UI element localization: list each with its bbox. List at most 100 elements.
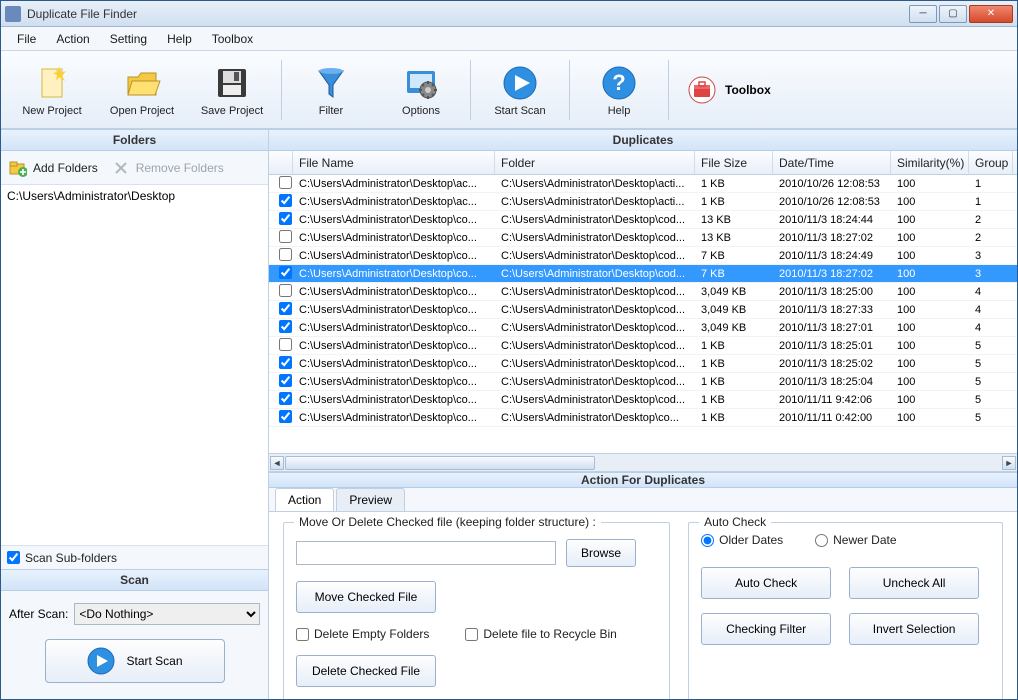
- toolbar-help[interactable]: ?Help: [574, 55, 664, 125]
- cell-group: 2: [969, 214, 1013, 226]
- menu-help[interactable]: Help: [157, 29, 202, 49]
- invert-selection-button[interactable]: Invert Selection: [849, 613, 979, 645]
- newer-date-radio[interactable]: Newer Date: [815, 533, 896, 547]
- table-row[interactable]: C:\Users\Administrator\Desktop\co...C:\U…: [269, 391, 1017, 409]
- target-folder-input[interactable]: [296, 541, 556, 565]
- column-header[interactable]: File Name: [293, 151, 495, 174]
- cell-group: 3: [969, 268, 1013, 280]
- table-row[interactable]: C:\Users\Administrator\Desktop\co...C:\U…: [269, 283, 1017, 301]
- toolbar-toolbox[interactable]: Toolbox: [673, 75, 785, 105]
- row-checkbox[interactable]: [279, 356, 292, 369]
- toolbar-label: Filter: [319, 105, 343, 117]
- duplicates-header: Duplicates: [269, 129, 1017, 151]
- table-row[interactable]: C:\Users\Administrator\Desktop\co...C:\U…: [269, 301, 1017, 319]
- table-row[interactable]: C:\Users\Administrator\Desktop\co...C:\U…: [269, 355, 1017, 373]
- scan-body: After Scan: <Do Nothing> Start Scan: [1, 591, 268, 699]
- toolbar-separator: [668, 60, 669, 120]
- maximize-button[interactable]: ▢: [939, 5, 967, 23]
- cell-folder: C:\Users\Administrator\Desktop\cod...: [495, 250, 695, 262]
- row-checkbox[interactable]: [279, 194, 292, 207]
- toolbar-label: Options: [402, 105, 440, 117]
- minimize-button[interactable]: ─: [909, 5, 937, 23]
- menu-action[interactable]: Action: [46, 29, 99, 49]
- toolbar-options[interactable]: Options: [376, 55, 466, 125]
- menu-toolbox[interactable]: Toolbox: [202, 29, 263, 49]
- move-checked-button[interactable]: Move Checked File: [296, 581, 436, 613]
- delete-recycle-checkbox[interactable]: Delete file to Recycle Bin: [465, 627, 616, 641]
- checking-filter-button[interactable]: Checking Filter: [701, 613, 831, 645]
- column-header[interactable]: Similarity(%): [891, 151, 969, 174]
- table-row[interactable]: C:\Users\Administrator\Desktop\ac...C:\U…: [269, 193, 1017, 211]
- cell-datetime: 2010/11/3 18:24:49: [773, 250, 891, 262]
- older-dates-radio[interactable]: Older Dates: [701, 533, 783, 547]
- horizontal-scrollbar[interactable]: ◄ ►: [269, 453, 1017, 471]
- cell-folder: C:\Users\Administrator\Desktop\co...: [495, 412, 695, 424]
- start-scan-button[interactable]: Start Scan: [45, 639, 225, 683]
- menu-file[interactable]: File: [7, 29, 46, 49]
- cell-datetime: 2010/11/3 18:25:02: [773, 358, 891, 370]
- toolbar-start-scan[interactable]: Start Scan: [475, 55, 565, 125]
- row-checkbox[interactable]: [279, 266, 292, 279]
- toolbar-filter[interactable]: Filter: [286, 55, 376, 125]
- row-checkbox[interactable]: [279, 320, 292, 333]
- table-row[interactable]: C:\Users\Administrator\Desktop\co...C:\U…: [269, 337, 1017, 355]
- table-row[interactable]: C:\Users\Administrator\Desktop\co...C:\U…: [269, 319, 1017, 337]
- delete-checked-button[interactable]: Delete Checked File: [296, 655, 436, 687]
- cell-group: 4: [969, 304, 1013, 316]
- toolbar-separator: [569, 60, 570, 120]
- scan-subfolders-checkbox[interactable]: Scan Sub-folders: [7, 551, 117, 565]
- tab-preview[interactable]: Preview: [336, 488, 405, 511]
- cell-size: 1 KB: [695, 340, 773, 352]
- table-row[interactable]: C:\Users\Administrator\Desktop\co...C:\U…: [269, 409, 1017, 427]
- table-row[interactable]: C:\Users\Administrator\Desktop\co...C:\U…: [269, 265, 1017, 283]
- cell-group: 2: [969, 232, 1013, 244]
- row-checkbox[interactable]: [279, 284, 292, 297]
- browse-button[interactable]: Browse: [566, 539, 636, 567]
- row-checkbox[interactable]: [279, 410, 292, 423]
- table-row[interactable]: C:\Users\Administrator\Desktop\co...C:\U…: [269, 247, 1017, 265]
- toolbar-save-project[interactable]: Save Project: [187, 55, 277, 125]
- cell-folder: C:\Users\Administrator\Desktop\cod...: [495, 304, 695, 316]
- column-header[interactable]: Folder: [495, 151, 695, 174]
- row-checkbox[interactable]: [279, 176, 292, 189]
- folder-list[interactable]: C:\Users\Administrator\Desktop: [1, 185, 268, 545]
- close-button[interactable]: ✕: [969, 5, 1013, 23]
- tab-action[interactable]: Action: [275, 488, 334, 511]
- move-delete-legend: Move Or Delete Checked file (keeping fol…: [294, 515, 601, 529]
- table-body[interactable]: C:\Users\Administrator\Desktop\ac...C:\U…: [269, 175, 1017, 453]
- row-checkbox[interactable]: [279, 338, 292, 351]
- scroll-left-arrow[interactable]: ◄: [270, 456, 284, 470]
- toolbar-open-project[interactable]: Open Project: [97, 55, 187, 125]
- auto-check-button[interactable]: Auto Check: [701, 567, 831, 599]
- column-header[interactable]: File Size: [695, 151, 773, 174]
- cell-similarity: 100: [891, 178, 969, 190]
- table-row[interactable]: C:\Users\Administrator\Desktop\co...C:\U…: [269, 373, 1017, 391]
- scan-subfolders-input[interactable]: [7, 551, 20, 564]
- cell-filename: C:\Users\Administrator\Desktop\co...: [293, 394, 495, 406]
- scroll-right-arrow[interactable]: ►: [1002, 456, 1016, 470]
- column-header[interactable]: Date/Time: [773, 151, 891, 174]
- toolbar-label: Save Project: [201, 105, 263, 117]
- table-row[interactable]: C:\Users\Administrator\Desktop\co...C:\U…: [269, 229, 1017, 247]
- toolbar-new-project[interactable]: New Project: [7, 55, 97, 125]
- column-header[interactable]: [269, 151, 293, 174]
- delete-empty-checkbox[interactable]: Delete Empty Folders: [296, 627, 429, 641]
- column-header[interactable]: Group: [969, 151, 1013, 174]
- table-row[interactable]: C:\Users\Administrator\Desktop\ac...C:\U…: [269, 175, 1017, 193]
- add-folders-button[interactable]: Add Folders: [9, 159, 98, 177]
- remove-folders-button[interactable]: Remove Folders: [112, 159, 224, 177]
- row-checkbox[interactable]: [279, 302, 292, 315]
- menu-setting[interactable]: Setting: [100, 29, 157, 49]
- scroll-thumb[interactable]: [285, 456, 595, 470]
- uncheck-all-button[interactable]: Uncheck All: [849, 567, 979, 599]
- row-checkbox[interactable]: [279, 248, 292, 261]
- folder-path[interactable]: C:\Users\Administrator\Desktop: [7, 189, 262, 203]
- row-checkbox[interactable]: [279, 230, 292, 243]
- row-checkbox[interactable]: [279, 374, 292, 387]
- cell-size: 13 KB: [695, 232, 773, 244]
- after-scan-select[interactable]: <Do Nothing>: [74, 603, 260, 625]
- table-row[interactable]: C:\Users\Administrator\Desktop\co...C:\U…: [269, 211, 1017, 229]
- row-checkbox[interactable]: [279, 212, 292, 225]
- cell-size: 1 KB: [695, 358, 773, 370]
- row-checkbox[interactable]: [279, 392, 292, 405]
